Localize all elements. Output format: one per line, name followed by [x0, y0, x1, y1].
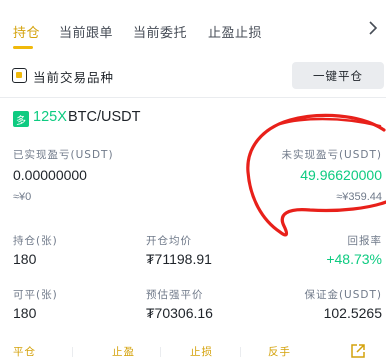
realized-pnl-cny: ≈¥0: [13, 191, 32, 203]
checkbox-mark: [16, 72, 22, 78]
position-action-bar: 平仓 止盈 止损 反手: [0, 340, 386, 362]
roe-value: +48.73%: [326, 251, 382, 267]
realized-pnl-value: 0.00000000: [13, 167, 87, 183]
margin-value: 102.5265: [323, 305, 382, 321]
unrealized-pnl-cny: ≈¥359.44: [336, 191, 382, 203]
action-divider: [240, 347, 241, 357]
reverse-position-button[interactable]: 反手: [268, 344, 291, 359]
closable-label: 可平(张): [13, 289, 58, 301]
position-header[interactable]: 多 125X BTC/USDT: [0, 108, 386, 132]
chevron-right-icon[interactable]: [368, 21, 378, 35]
tab-bar: 持仓 当前跟单 当前委托 止盈止损: [0, 0, 386, 60]
holding-label: 持仓(张): [13, 235, 58, 247]
filter-row: 当前交易品种 一键平仓: [0, 60, 386, 96]
unrealized-pnl-value: 49.96620000: [300, 167, 382, 183]
tab-open-orders[interactable]: 当前委托: [133, 22, 187, 41]
share-icon[interactable]: [350, 343, 366, 359]
take-profit-button[interactable]: 止盈: [112, 344, 135, 359]
current-symbol-label[interactable]: 当前交易品种: [33, 67, 114, 86]
section-divider: [0, 97, 386, 98]
long-badge: 多: [13, 111, 29, 127]
active-tab-indicator: [13, 46, 33, 49]
close-all-button[interactable]: 一键平仓: [292, 62, 384, 89]
liq-price-value: ₮70306.16: [146, 305, 213, 321]
leverage-label: 125X: [33, 109, 67, 125]
current-symbol-checkbox[interactable]: [12, 68, 27, 83]
action-divider: [160, 347, 161, 357]
tab-positions[interactable]: 持仓: [13, 22, 40, 41]
roe-label: 回报率: [347, 235, 382, 247]
margin-label: 保证金(USDT): [304, 289, 382, 301]
liq-price-label: 预估强平价: [146, 289, 204, 301]
tab-current-copy-trades[interactable]: 当前跟单: [59, 22, 113, 41]
entry-price-label: 开仓均价: [146, 235, 192, 247]
stop-loss-button[interactable]: 止损: [190, 344, 213, 359]
close-position-button[interactable]: 平仓: [13, 344, 36, 359]
tab-tp-sl[interactable]: 止盈止损: [208, 22, 262, 41]
action-divider: [72, 347, 73, 357]
holding-value: 180: [13, 251, 37, 267]
realized-pnl-label: 已实现盈亏(USDT): [13, 149, 114, 161]
symbol-label: BTC/USDT: [68, 109, 141, 125]
closable-value: 180: [13, 305, 37, 321]
entry-price-value: ₮71198.91: [146, 251, 212, 267]
unrealized-pnl-label: 未实现盈亏(USDT): [281, 149, 382, 161]
